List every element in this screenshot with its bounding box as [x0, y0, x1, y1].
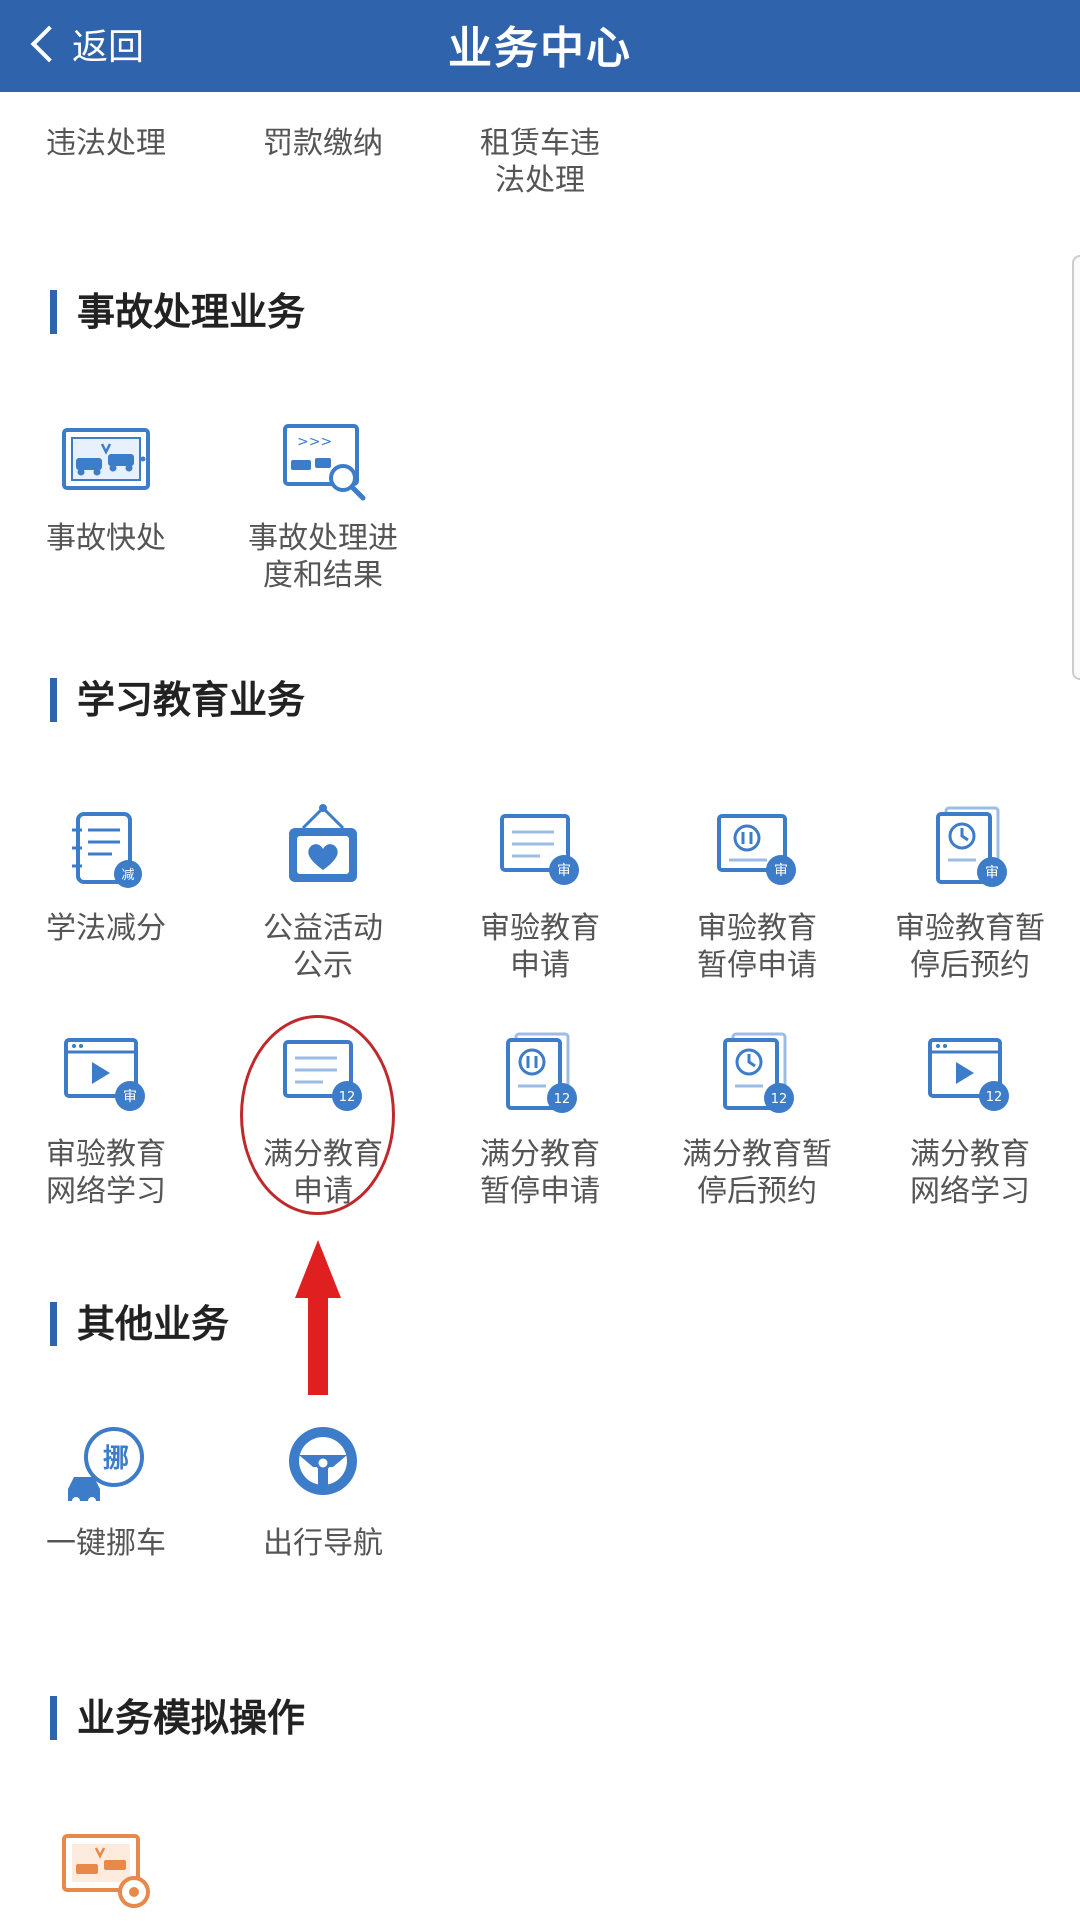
service-label: 公益活动 公示: [263, 911, 383, 983]
section-title-education: 学习教育业务: [50, 678, 305, 722]
section-title-accident: 事故处理业务: [50, 290, 305, 334]
service-full-score-resume[interactable]: 12 满分教育暂 停后预约: [667, 1026, 847, 1210]
top-bar: 返回 业务中心: [0, 0, 1080, 92]
steering-wheel-icon: [289, 1427, 357, 1495]
service-full-score-online[interactable]: 12 满分教育 网络学习: [880, 1026, 1060, 1210]
service-full-score-pause[interactable]: 12 满分教育 暂停申请: [450, 1026, 630, 1210]
service-label: 事故处理进 度和结果: [248, 521, 398, 593]
service-label: 一键挪车: [46, 1526, 166, 1561]
badge-text: 12: [771, 1092, 788, 1107]
page-title: 业务中心: [448, 23, 632, 74]
document-badge-icon: 审: [500, 814, 579, 885]
service-label: 满分教育暂 停后预约: [682, 1137, 832, 1209]
service-label: 租赁车违 法处理: [480, 126, 600, 198]
service-study-deduct-points[interactable]: 减 学法减分: [16, 800, 196, 947]
service-label: 学法减分: [46, 911, 166, 946]
badge-text: 审: [123, 1089, 137, 1105]
clock-document-icon: 12: [723, 1032, 794, 1113]
video-play-icon: 12: [928, 1038, 1009, 1111]
badge-text: 减: [121, 868, 134, 883]
section-title-simulation: 业务模拟操作: [50, 1696, 305, 1740]
service-label: 审验教育暂 停后预约: [895, 911, 1045, 983]
service-label: 违法处理: [46, 126, 166, 161]
video-play-icon: 审: [64, 1038, 145, 1111]
service-accident-quick[interactable]: 事故快处: [16, 410, 196, 557]
car-crash-screen-icon: [62, 428, 150, 490]
badge-text: 审: [774, 863, 788, 879]
service-charity-activity[interactable]: 公益活动 公示: [233, 800, 413, 984]
service-label: 审验教育 网络学习: [46, 1137, 166, 1209]
pause-document-icon: 12: [506, 1032, 577, 1113]
service-label: 满分教育 暂停申请: [480, 1137, 600, 1209]
service-review-edu-resume[interactable]: 审 审验教育暂 停后预约: [880, 800, 1060, 984]
service-navigation[interactable]: 出行导航: [233, 1415, 413, 1562]
annotation-arrow-up-icon: [295, 1240, 341, 1395]
progress-search-icon: >>>: [283, 424, 366, 501]
service-move-car[interactable]: 挪 一键挪车: [16, 1415, 196, 1562]
service-illegal-handling[interactable]: 违法处理: [16, 125, 196, 162]
service-label: 罚款缴纳: [263, 126, 383, 161]
badge-text: 12: [554, 1092, 571, 1107]
service-review-edu-pause[interactable]: 审 审验教育 暂停申请: [667, 800, 847, 984]
service-review-edu-apply[interactable]: 审 审验教育 申请: [450, 800, 630, 984]
heart-board-icon: [289, 804, 357, 882]
service-rental-violation[interactable]: 租赁车违 法处理: [450, 125, 630, 199]
pause-document-icon: 审: [717, 814, 796, 885]
service-simulation[interactable]: [16, 1820, 196, 1920]
badge-text: 审: [985, 865, 999, 881]
badge-text: 审: [557, 863, 571, 879]
service-fine-payment[interactable]: 罚款缴纳: [233, 125, 413, 162]
service-label: 审验教育 暂停申请: [697, 911, 817, 983]
service-label: 审验教育 申请: [480, 911, 600, 983]
badge-text: 挪: [103, 1444, 129, 1474]
service-review-edu-online[interactable]: 审 审验教育 网络学习: [16, 1026, 196, 1210]
service-label: 出行导航: [263, 1526, 383, 1561]
clock-document-icon: 审: [936, 806, 1007, 887]
service-label: 事故快处: [46, 521, 166, 556]
service-label: 满分教育 网络学习: [910, 1137, 1030, 1209]
notebook-badge-icon: 减: [72, 812, 142, 888]
move-car-icon: 挪: [68, 1427, 144, 1505]
progress-arrows-text: >>>: [297, 434, 332, 450]
accident-video-icon: [62, 1834, 150, 1908]
service-accident-progress[interactable]: >>> 事故处理进 度和结果: [233, 410, 413, 594]
badge-text: 12: [986, 1090, 1003, 1105]
section-title-other: 其他业务: [50, 1302, 229, 1346]
annotation-ellipse: [240, 1015, 395, 1215]
scrollbar[interactable]: [1072, 255, 1080, 680]
